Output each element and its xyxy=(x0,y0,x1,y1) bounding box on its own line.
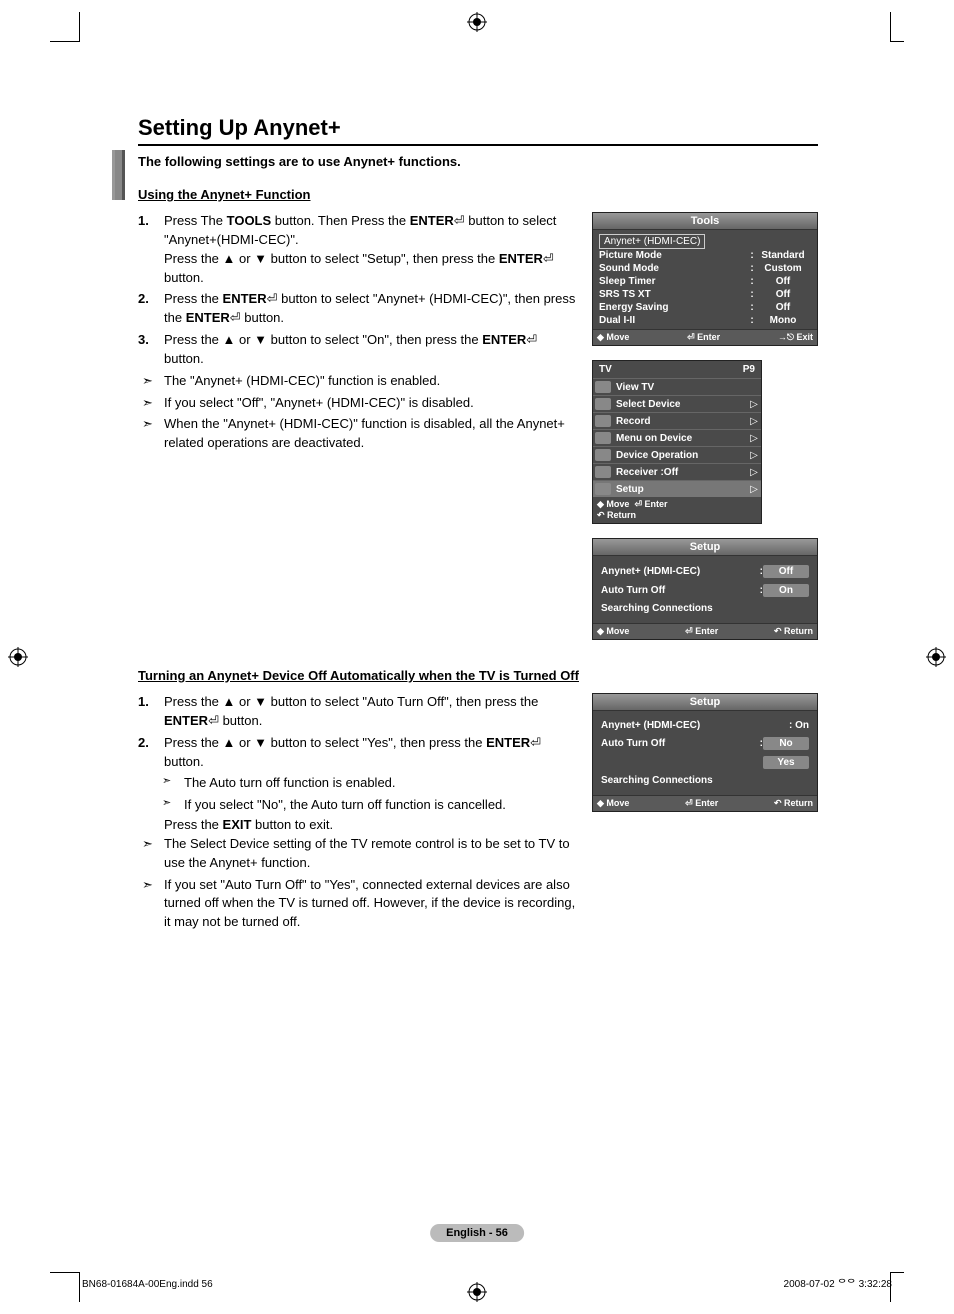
crop-mark xyxy=(50,1272,80,1302)
step-item: 1.Press The TOOLS button. Then Press the… xyxy=(138,212,578,287)
osd-row: Sound Mode:Custom xyxy=(599,262,811,275)
osd-row: Sleep Timer:Off xyxy=(599,275,811,288)
step-item: 1.Press the ▲ or ▼ button to select "Aut… xyxy=(138,693,578,731)
osd-row: Dual I-II:Mono xyxy=(599,314,811,327)
osd-nav: ◆ Move ⏎ Enter →⎋ Exit xyxy=(593,329,817,345)
osd-tools: Tools Anynet+ (HDMI-CEC) Picture Mode:St… xyxy=(592,212,818,346)
registration-mark-icon xyxy=(467,1282,487,1302)
osd-row: Energy Saving:Off xyxy=(599,301,811,314)
osd-menu-item: Receiver :Off▷ xyxy=(593,463,761,480)
crop-mark xyxy=(50,12,80,42)
section-heading: Using the Anynet+ Function xyxy=(138,187,818,202)
osd-row: Searching Connections xyxy=(601,772,809,789)
page-number-badge: English - 56 xyxy=(430,1224,524,1242)
section-heading: Turning an Anynet+ Device Off Automatica… xyxy=(138,668,818,683)
osd-setup-auto-off: Setup Anynet+ (HDMI-CEC): OnAuto Turn Of… xyxy=(592,693,818,812)
osd-menu-item: Menu on Device▷ xyxy=(593,429,761,446)
osd-row: Auto Turn Off:On xyxy=(601,581,809,600)
osd-setup: Setup Anynet+ (HDMI-CEC):OffAuto Turn Of… xyxy=(592,538,818,640)
step-item: 3.Press the ▲ or ▼ button to select "On"… xyxy=(138,331,578,369)
osd-menu-item: Setup▷ xyxy=(593,480,761,497)
note-item: The "Anynet+ (HDMI-CEC)" function is ena… xyxy=(138,372,578,391)
subnote-item: If you select "No", the Auto turn off fu… xyxy=(138,796,578,815)
osd-row: Searching Connections xyxy=(601,600,809,617)
osd-menu-item: Device Operation▷ xyxy=(593,446,761,463)
note-item: When the "Anynet+ (HDMI-CEC)" function i… xyxy=(138,415,578,453)
intro-text: The following settings are to use Anynet… xyxy=(138,154,818,169)
note-item: If you select "Off", "Anynet+ (HDMI-CEC)… xyxy=(138,394,578,413)
osd-row: Picture Mode:Standard xyxy=(599,249,811,262)
osd-menu-item: View TV xyxy=(593,378,761,395)
section-marker xyxy=(112,150,125,200)
registration-mark-icon xyxy=(467,12,487,32)
note-item: The Select Device setting of the TV remo… xyxy=(138,835,578,873)
section1-body: 1.Press The TOOLS button. Then Press the… xyxy=(138,212,578,640)
step-item: 2.Press the ▲ or ▼ button to select "Yes… xyxy=(138,734,578,772)
section2-body: 1.Press the ▲ or ▼ button to select "Aut… xyxy=(138,693,578,935)
note-item: If you set "Auto Turn Off" to "Yes", con… xyxy=(138,876,578,933)
osd-menu-item: Select Device▷ xyxy=(593,395,761,412)
osd-title: Tools xyxy=(593,213,817,230)
osd-row: Anynet+ (HDMI-CEC):Off xyxy=(601,562,809,581)
crop-mark xyxy=(890,1272,904,1302)
page-title: Setting Up Anynet+ xyxy=(138,115,818,146)
osd-row: Anynet+ (HDMI-CEC): On xyxy=(601,717,809,734)
registration-mark-icon xyxy=(8,647,28,667)
step-item: 2.Press the ENTER⏎ button to select "Any… xyxy=(138,290,578,328)
subnote-item: The Auto turn off function is enabled. xyxy=(138,774,578,793)
crop-mark xyxy=(890,12,904,42)
osd-highlight: Anynet+ (HDMI-CEC) xyxy=(599,234,811,249)
osd-menu-item: Record▷ xyxy=(593,412,761,429)
osd-row: Auto Turn Off:No xyxy=(601,734,809,753)
osd-row: SRS TS XT:Off xyxy=(599,288,811,301)
registration-mark-icon xyxy=(926,647,946,667)
footer-file: BN68-01684A-00Eng.indd 56 xyxy=(82,1279,213,1290)
footer-timestamp: 2008-07-02 ᄋᄋ 3:32:28 xyxy=(784,1275,892,1290)
osd-row: Yes xyxy=(601,753,809,772)
osd-anynet-menu: TVP9 View TVSelect Device▷Record▷Menu on… xyxy=(592,360,762,524)
